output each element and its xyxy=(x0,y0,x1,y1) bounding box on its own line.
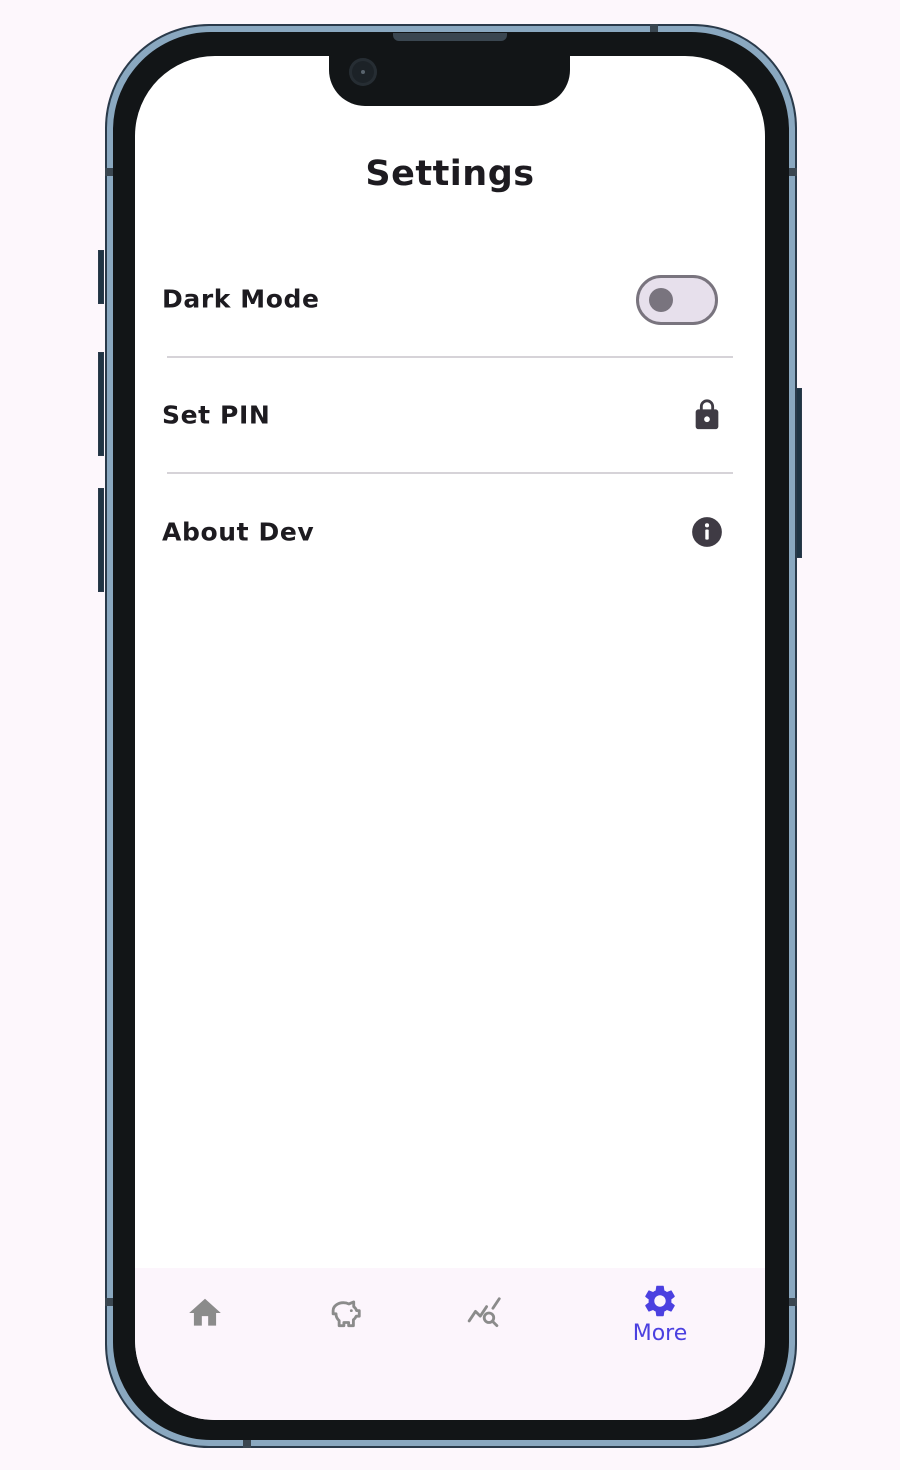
info-icon xyxy=(692,517,722,547)
silent-switch xyxy=(98,250,104,304)
piggy-bank-icon xyxy=(331,1300,361,1328)
antenna-band xyxy=(105,168,113,176)
antenna-band xyxy=(789,168,797,176)
divider xyxy=(167,356,733,358)
home-icon xyxy=(189,1298,221,1326)
settings-row-dark-mode[interactable]: Dark Mode xyxy=(135,269,765,329)
device-stage: Settings Dark Mode Set PIN About Dev Mor… xyxy=(0,0,900,1470)
front-camera xyxy=(349,58,377,86)
settings-row-label: Dark Mode xyxy=(162,284,320,314)
settings-row-set-pin[interactable]: Set PIN xyxy=(135,385,765,445)
speaker-grille xyxy=(393,33,507,41)
settings-row-label: About Dev xyxy=(162,517,315,547)
app-screen: Settings Dark Mode Set PIN About Dev Mor… xyxy=(135,56,765,1420)
gear-icon xyxy=(645,1285,675,1317)
nav-analytics[interactable] xyxy=(430,1268,540,1378)
page-title: Settings xyxy=(365,154,535,194)
lock-icon xyxy=(695,399,719,430)
volume-up-button xyxy=(98,352,104,456)
bottom-navigation-bar: More xyxy=(135,1268,765,1420)
volume-down-button xyxy=(98,488,104,592)
divider xyxy=(167,472,733,474)
nav-more[interactable]: More xyxy=(605,1268,715,1378)
toggle-knob xyxy=(649,288,673,312)
antenna-band xyxy=(105,1298,113,1306)
settings-row-label: Set PIN xyxy=(162,400,271,430)
nav-home[interactable] xyxy=(150,1268,260,1378)
antenna-band xyxy=(789,1298,797,1306)
dark-mode-toggle[interactable] xyxy=(636,275,718,325)
antenna-band xyxy=(243,1440,251,1448)
nav-more-label: More xyxy=(632,1321,688,1346)
antenna-band xyxy=(650,24,658,32)
nav-savings[interactable] xyxy=(290,1268,400,1378)
analytics-search-icon xyxy=(467,1297,501,1328)
settings-row-about-dev[interactable]: About Dev xyxy=(135,502,765,562)
